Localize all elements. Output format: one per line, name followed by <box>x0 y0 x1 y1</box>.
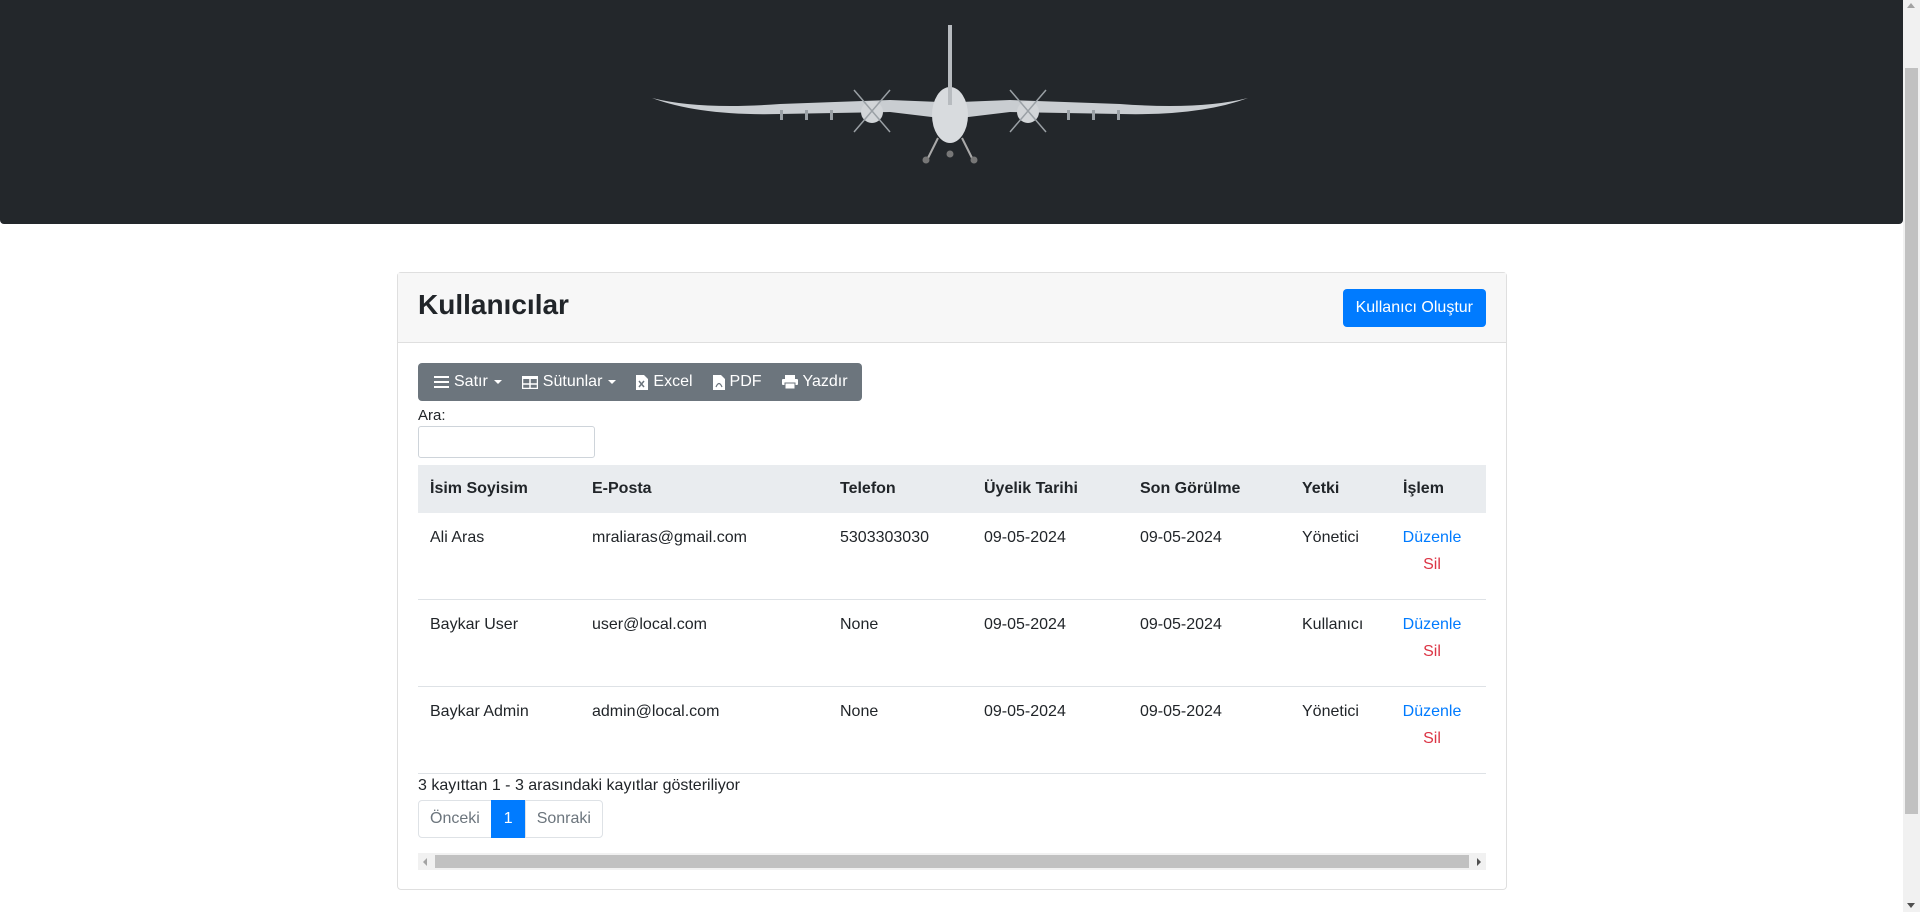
cell-last-seen: 09-05-2024 <box>1140 529 1222 546</box>
edit-link[interactable]: Düzenle <box>1403 529 1462 547</box>
search-input[interactable] <box>418 426 595 458</box>
rows-dropdown-button[interactable]: Satır <box>418 363 512 401</box>
cell-actions: Düzenle Sil <box>1391 513 1486 599</box>
printer-icon <box>781 375 798 389</box>
cell-joined: 09-05-2024 <box>984 616 1066 633</box>
card-header: Kullanıcılar Kullanıcı Oluştur <box>398 273 1506 343</box>
cell-email: mraliaras@gmail.com <box>592 529 747 546</box>
cell-role: Yönetici <box>1302 703 1359 720</box>
cell-email: admin@local.com <box>592 703 720 720</box>
columns-label: Sütunlar <box>542 373 603 390</box>
header-phone[interactable]: Telefon <box>828 480 972 498</box>
drone-image <box>652 25 1248 164</box>
page-vertical-scrollbar[interactable] <box>1903 0 1920 912</box>
table-row: Baykar Admin admin@local.com None 09-05-… <box>418 687 1486 774</box>
cell-name: Baykar Admin <box>430 703 529 720</box>
delete-link[interactable]: Sil <box>1423 730 1441 748</box>
delete-link[interactable]: Sil <box>1423 556 1441 574</box>
create-user-button[interactable]: Kullanıcı Oluştur <box>1342 289 1486 327</box>
cell-actions: Düzenle Sil <box>1391 687 1486 773</box>
columns-dropdown-button[interactable]: Sütunlar <box>512 363 627 401</box>
search-label: Ara: <box>418 407 446 424</box>
pdf-export-button[interactable]: PDF <box>703 363 772 401</box>
table-row: Baykar User user@local.com None 09-05-20… <box>418 600 1486 687</box>
chevron-down-icon <box>493 380 502 384</box>
page-title: Kullanıcılar <box>418 289 569 320</box>
table-info: 3 kayıttan 1 - 3 arasındaki kayıtlar gös… <box>418 777 740 794</box>
scrollbar-thumb[interactable] <box>435 855 1469 868</box>
print-button[interactable]: Yazdır <box>772 363 862 401</box>
cell-last-seen: 09-05-2024 <box>1140 616 1222 633</box>
header-last-seen[interactable]: Son Görülme <box>1128 480 1290 498</box>
table-icon <box>521 375 538 389</box>
next-page-button[interactable]: Sonraki <box>524 800 603 838</box>
cell-phone: 5303303030 <box>840 529 929 546</box>
users-card: Kullanıcılar Kullanıcı Oluştur Satır Süt… <box>397 272 1507 890</box>
header-role[interactable]: Yetki <box>1290 480 1391 498</box>
cell-phone: None <box>840 703 879 720</box>
list-icon <box>434 376 449 388</box>
cell-email: user@local.com <box>592 616 707 633</box>
header-banner <box>0 0 1903 224</box>
pdf-label: PDF <box>729 373 762 390</box>
page-1-button[interactable]: 1 <box>490 800 526 838</box>
header-joined[interactable]: Üyelik Tarihi <box>972 480 1128 498</box>
header-email[interactable]: E-Posta <box>580 480 828 498</box>
previous-page-button[interactable]: Önceki <box>418 800 492 838</box>
pagination: Önceki 1 Sonraki <box>418 800 603 838</box>
cell-joined: 09-05-2024 <box>984 703 1066 720</box>
cell-joined: 09-05-2024 <box>984 529 1066 546</box>
scroll-up-icon[interactable] <box>1907 3 1915 8</box>
excel-file-icon <box>636 374 649 390</box>
edit-link[interactable]: Düzenle <box>1403 616 1462 634</box>
cell-role: Yönetici <box>1302 529 1359 546</box>
cell-last-seen: 09-05-2024 <box>1140 703 1222 720</box>
scroll-down-icon[interactable] <box>1907 903 1915 908</box>
pdf-file-icon <box>712 374 725 390</box>
table-toolbar: Satır Sütunlar Excel PDF Yazdır <box>418 363 862 401</box>
cell-actions: Düzenle Sil <box>1391 600 1486 686</box>
table-horizontal-scrollbar[interactable] <box>418 853 1486 870</box>
scroll-left-icon[interactable] <box>423 858 427 866</box>
rows-label: Satır <box>454 373 488 390</box>
cell-name: Baykar User <box>430 616 519 633</box>
delete-link[interactable]: Sil <box>1423 643 1441 661</box>
users-table: İsim Soyisim E-Posta Telefon Üyelik Tari… <box>418 465 1486 774</box>
table-row: Ali Aras mraliaras@gmail.com 5303303030 … <box>418 513 1486 600</box>
table-header: İsim Soyisim E-Posta Telefon Üyelik Tari… <box>418 465 1486 513</box>
excel-label: Excel <box>653 373 693 390</box>
print-label: Yazdır <box>802 373 848 390</box>
chevron-down-icon <box>608 380 617 384</box>
header-actions: İşlem <box>1403 480 1444 497</box>
edit-link[interactable]: Düzenle <box>1403 703 1462 721</box>
cell-phone: None <box>840 616 879 633</box>
page-scrollbar-thumb[interactable] <box>1905 68 1918 814</box>
header-name[interactable]: İsim Soyisim <box>418 480 580 498</box>
cell-role: Kullanıcı <box>1302 616 1364 633</box>
excel-export-button[interactable]: Excel <box>626 363 702 401</box>
cell-name: Ali Aras <box>430 529 485 546</box>
scroll-right-icon[interactable] <box>1477 858 1481 866</box>
